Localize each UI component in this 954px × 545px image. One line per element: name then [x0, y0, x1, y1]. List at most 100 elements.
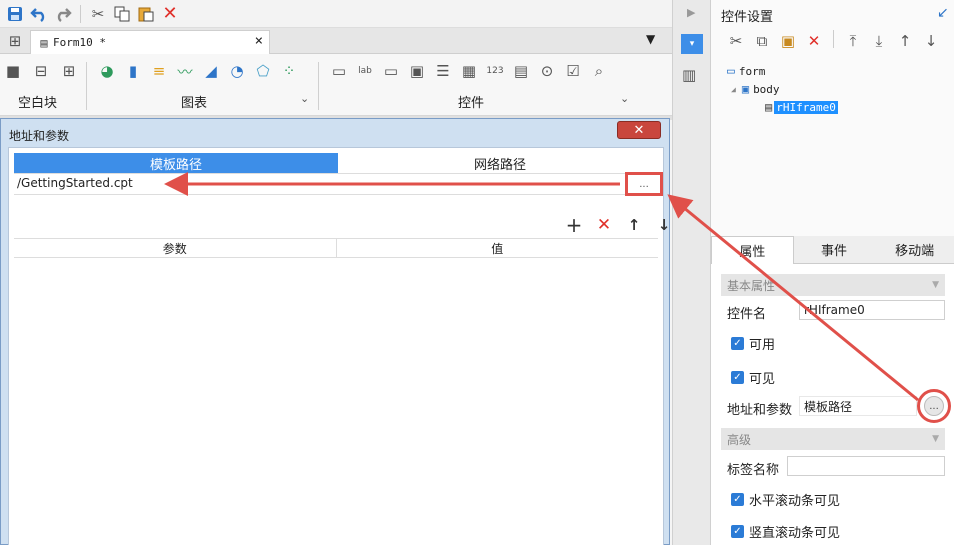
tag-input[interactable] [787, 456, 945, 476]
widget-settings-tab-icon[interactable]: ▾ [681, 34, 703, 54]
tab-form10[interactable]: ▤ Form10 * × [30, 30, 270, 54]
button-widget-icon[interactable]: ▭ [380, 60, 402, 82]
split-block-icon[interactable]: ⊟ [30, 60, 52, 82]
move-down-icon[interactable]: ↓ [653, 214, 675, 236]
widget-expand-icon[interactable]: ⌄ [620, 92, 629, 105]
property-tabs: 属性 事件 移动端 [711, 236, 954, 264]
section-collapse-icon[interactable]: ▼ [932, 280, 939, 290]
section-collapse-icon[interactable]: ▼ [932, 434, 939, 444]
delete-icon[interactable]: ✕ [803, 30, 825, 52]
cut-icon[interactable]: ✂ [725, 30, 747, 52]
chart-expand-icon[interactable]: ⌄ [300, 92, 309, 105]
name-input[interactable]: rHIframe0 [799, 300, 945, 320]
visible-checkbox[interactable]: ✓ 可见 [731, 368, 775, 387]
visible-label: 可见 [749, 372, 776, 387]
area-chart-icon[interactable]: ◢ [200, 60, 222, 82]
enabled-label: 可用 [749, 338, 776, 353]
dialog-close-button[interactable]: ✕ [617, 121, 661, 139]
widget-tree: ▭ form ◢ ▣ body ▤ rHIframe0 [727, 62, 838, 116]
block-icon[interactable]: ■ [2, 60, 24, 82]
label-widget-icon[interactable]: lab [354, 60, 376, 82]
tab-template-path[interactable]: 模板路径 [14, 153, 338, 174]
column-param[interactable]: 参数 [14, 239, 337, 257]
paste-icon[interactable] [135, 3, 157, 25]
panel-title: 控件设置 [721, 10, 774, 25]
move-up-icon[interactable]: ↑ [894, 30, 916, 52]
tab-mobile[interactable]: 移动端 [874, 236, 954, 264]
gauge-chart-icon[interactable]: ◔ [226, 60, 248, 82]
remove-icon[interactable]: ✕ [593, 214, 615, 236]
dialog-content: 模板路径 网络路径 /GettingStarted.cpt ... + ✕ ↑ … [8, 147, 670, 545]
collapse-arrow-icon[interactable]: ▶ [687, 6, 695, 19]
check-icon: ✓ [731, 337, 744, 350]
tag-label: 标签名称 [727, 463, 780, 478]
move-bottom-icon[interactable]: ⤓ [868, 30, 890, 52]
url-field[interactable]: 模板路径 [799, 396, 917, 416]
path-value[interactable]: /GettingStarted.cpt [17, 176, 133, 190]
divider [833, 30, 834, 48]
group-label-widget: 控件 [458, 96, 485, 111]
combobox-widget-icon[interactable]: ▣ [406, 60, 428, 82]
tree-node-body[interactable]: ◢ ▣ body [727, 80, 838, 98]
dialog-title: 地址和参数 [9, 129, 70, 143]
table-block-icon[interactable]: ⊞ [58, 60, 80, 82]
move-top-icon[interactable]: ⤒ [842, 30, 864, 52]
grid-icon[interactable]: ⊞ [4, 30, 26, 52]
quick-toolbar: ✂ ✕ [0, 0, 672, 28]
redo-icon[interactable] [52, 3, 74, 25]
add-icon[interactable]: + [563, 213, 585, 237]
radio-group-widget-icon[interactable]: ⊙ [536, 60, 558, 82]
section-basic-label: 基本属性 [727, 278, 776, 293]
path-type-tabs: 模板路径 网络路径 [14, 153, 662, 174]
panel-toggle-icon[interactable]: ▼ [646, 32, 655, 46]
radar-chart-icon[interactable]: ⬠ [252, 60, 274, 82]
highlight-circle [917, 389, 951, 423]
pie-chart-icon[interactable]: ◕ [96, 60, 118, 82]
delete-icon[interactable]: ✕ [159, 3, 181, 25]
tab-close-icon[interactable]: × [255, 33, 263, 49]
copy-icon[interactable] [111, 3, 133, 25]
paste-icon[interactable]: ▣ [777, 30, 799, 52]
textarea-widget-icon[interactable]: ▤ [510, 60, 532, 82]
divider [14, 194, 662, 195]
cut-icon[interactable]: ✂ [87, 3, 109, 25]
expand-arrow-icon[interactable]: ◢ [731, 85, 736, 94]
textbox-widget-icon[interactable]: ▭ [328, 60, 350, 82]
date-widget-icon[interactable]: ▦ [458, 60, 480, 82]
line-chart-icon[interactable]: 〰 [174, 60, 196, 82]
scatter-chart-icon[interactable]: ⁘ [278, 60, 300, 82]
move-down-icon[interactable]: ↓ [920, 30, 942, 52]
list-widget-icon[interactable]: ☰ [432, 60, 454, 82]
url-params-dialog: 地址和参数 ✕ 模板路径 网络路径 /GettingStarted.cpt ..… [0, 118, 670, 545]
panel-toolbar: ✂ ⧉ ▣ ✕ ⤒ ⤓ ↑ ↓ [725, 30, 942, 52]
bar-chart-icon[interactable]: ▮ [122, 60, 144, 82]
undo-icon[interactable] [28, 3, 50, 25]
vscroll-label: 竖直滚动条可见 [749, 526, 841, 541]
section-advanced[interactable]: 高级 ▼ [721, 428, 945, 450]
widget-settings-panel: 控件设置 ↙ ✂ ⧉ ▣ ✕ ⤒ ⤓ ↑ ↓ ▭ form ◢ ▣ body ▤… [710, 0, 954, 545]
copy-icon[interactable]: ⧉ [751, 30, 773, 52]
tab-properties[interactable]: 属性 [711, 236, 794, 264]
param-table-header: 参数 值 [14, 238, 658, 258]
search-widget-icon[interactable]: ⌕ [588, 60, 610, 82]
save-icon[interactable] [4, 3, 26, 25]
check-icon: ✓ [731, 493, 744, 506]
tab-events[interactable]: 事件 [793, 236, 875, 264]
section-basic[interactable]: 基本属性 ▼ [721, 274, 945, 296]
number-widget-icon[interactable]: 123 [484, 60, 506, 82]
layout-panel-icon[interactable]: ▥ [682, 66, 696, 84]
move-up-icon[interactable]: ↑ [623, 214, 645, 236]
hbar-chart-icon[interactable]: ≡ [148, 60, 170, 82]
form-icon: ▤ [40, 35, 48, 50]
column-value[interactable]: 值 [337, 239, 659, 257]
pin-icon[interactable]: ↙ [937, 5, 949, 21]
tab-network-path[interactable]: 网络路径 [338, 153, 662, 174]
tree-node-iframe[interactable]: ▤ rHIframe0 [727, 98, 838, 116]
vscroll-checkbox[interactable]: ✓ 竖直滚动条可见 [731, 522, 840, 541]
hscroll-checkbox[interactable]: ✓ 水平滚动条可见 [731, 490, 840, 509]
tree-node-form[interactable]: ▭ form [727, 62, 838, 80]
tree-node-label: body [753, 82, 780, 96]
enabled-checkbox[interactable]: ✓ 可用 [731, 334, 775, 353]
checkbox-group-widget-icon[interactable]: ☑ [562, 60, 584, 82]
browse-button[interactable]: ... [625, 172, 663, 196]
